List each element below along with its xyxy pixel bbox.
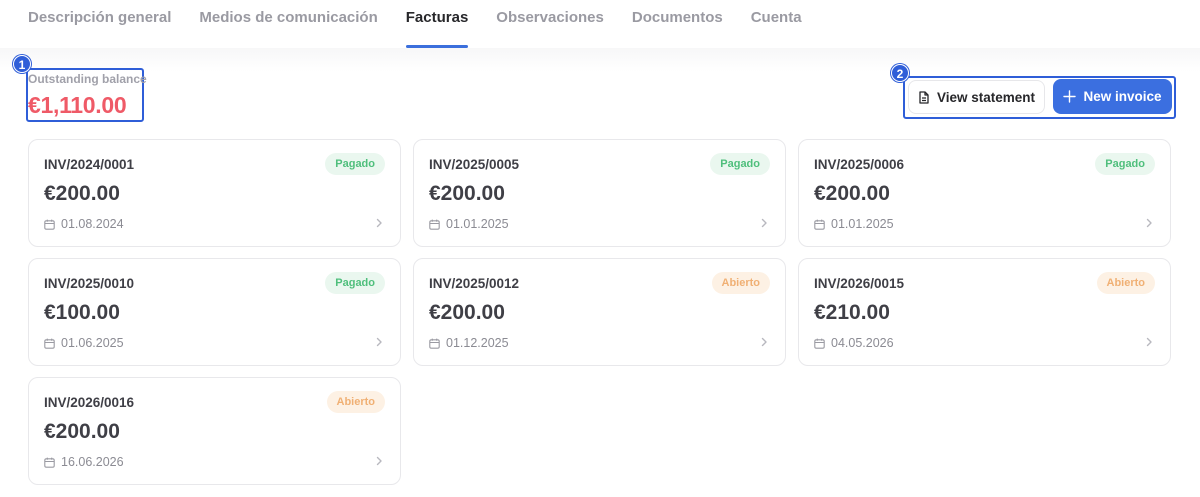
status-badge: Pagado (325, 153, 385, 175)
invoice-card[interactable]: INV/2025/0012 Abierto €200.00 01.12.2025 (413, 258, 786, 366)
tab-observaciones[interactable]: Observaciones (496, 0, 604, 48)
invoice-number: INV/2026/0015 (814, 276, 905, 291)
annotation-marker-1: 1 (13, 55, 31, 73)
invoice-amount: €200.00 (44, 182, 120, 205)
invoice-card[interactable]: INV/2026/0015 Abierto €210.00 04.05.2026 (798, 258, 1171, 366)
invoice-card[interactable]: INV/2025/0006 Pagado €200.00 01.01.2025 (798, 139, 1171, 247)
invoice-amount: €100.00 (44, 301, 120, 324)
invoice-amount: €200.00 (44, 420, 120, 443)
status-badge: Abierto (711, 272, 770, 294)
chevron-right-icon (761, 218, 767, 228)
invoice-date-row: 01.08.2024 (44, 217, 124, 231)
chevron-right-icon (376, 456, 382, 466)
view-statement-label: View statement (936, 89, 1036, 105)
invoice-number: INV/2025/0012 (429, 276, 520, 291)
status-badge: Abierto (1096, 272, 1155, 294)
calendar-icon (814, 338, 825, 349)
invoice-amount: €210.00 (814, 301, 890, 324)
status-badge: Pagado (325, 272, 385, 294)
tab-facturas[interactable]: Facturas (405, 0, 468, 48)
invoice-card[interactable]: INV/2025/0010 Pagado €100.00 01.06.2025 (28, 258, 401, 366)
calendar-icon (44, 457, 55, 468)
invoice-card[interactable]: INV/2026/0016 Abierto €200.00 16.06.2026 (28, 377, 401, 485)
invoice-date: 16.06.2026 (61, 455, 124, 469)
invoice-date: 01.06.2025 (61, 336, 124, 350)
tab-cuenta[interactable]: Cuenta (751, 0, 802, 48)
invoice-date-row: 04.05.2026 (814, 336, 894, 350)
invoice-date: 04.05.2026 (831, 336, 894, 350)
invoice-amount: €200.00 (814, 182, 890, 205)
status-badge: Pagado (710, 153, 770, 175)
view-statement-button[interactable]: View statement (908, 80, 1045, 114)
chevron-right-icon (376, 337, 382, 347)
calendar-icon (814, 219, 825, 230)
invoice-date-row: 01.01.2025 (429, 217, 509, 231)
invoice-date-row: 01.06.2025 (44, 336, 124, 350)
chevron-right-icon (1146, 337, 1152, 347)
invoice-number: INV/2026/0016 (44, 395, 135, 410)
tab-bar-shadow (0, 48, 1200, 72)
calendar-icon (44, 219, 55, 230)
annotation-marker-2: 2 (891, 64, 909, 82)
invoice-amount: €200.00 (429, 182, 505, 205)
invoice-number: INV/2025/0006 (814, 157, 905, 172)
invoice-date: 01.08.2024 (61, 217, 124, 231)
balance-label: Outstanding balance (28, 72, 147, 86)
invoice-date: 01.01.2025 (831, 217, 894, 231)
invoice-card[interactable]: INV/2025/0005 Pagado €200.00 01.01.2025 (413, 139, 786, 247)
invoice-date: 01.01.2025 (446, 217, 509, 231)
invoice-date-row: 01.12.2025 (429, 336, 509, 350)
invoice-date-row: 01.01.2025 (814, 217, 894, 231)
tab-medios-de-comunicacion[interactable]: Medios de comunicación (199, 0, 377, 48)
status-badge: Abierto (326, 391, 385, 413)
status-badge: Pagado (1095, 153, 1155, 175)
invoice-card[interactable]: INV/2024/0001 Pagado €200.00 01.08.2024 (28, 139, 401, 247)
balance-value: €1,110.00 (28, 92, 127, 118)
invoice-number: INV/2024/0001 (44, 157, 135, 172)
tab-bar: Descripción general Medios de comunicaci… (28, 0, 802, 48)
invoice-date: 01.12.2025 (446, 336, 509, 350)
chevron-right-icon (1146, 218, 1152, 228)
calendar-icon (429, 219, 440, 230)
invoice-number: INV/2025/0005 (429, 157, 520, 172)
tab-descripcion-general[interactable]: Descripción general (28, 0, 171, 48)
invoice-number: INV/2025/0010 (44, 276, 135, 291)
calendar-icon (429, 338, 440, 349)
chevron-right-icon (761, 337, 767, 347)
invoice-date-row: 16.06.2026 (44, 455, 124, 469)
plus-icon (1063, 90, 1077, 103)
new-invoice-label: New invoice (1083, 89, 1162, 104)
chevron-right-icon (376, 218, 382, 228)
new-invoice-button[interactable]: New invoice (1053, 79, 1172, 114)
tab-documentos[interactable]: Documentos (632, 0, 723, 48)
invoice-amount: €200.00 (429, 301, 505, 324)
document-icon (919, 90, 929, 104)
calendar-icon (44, 338, 55, 349)
